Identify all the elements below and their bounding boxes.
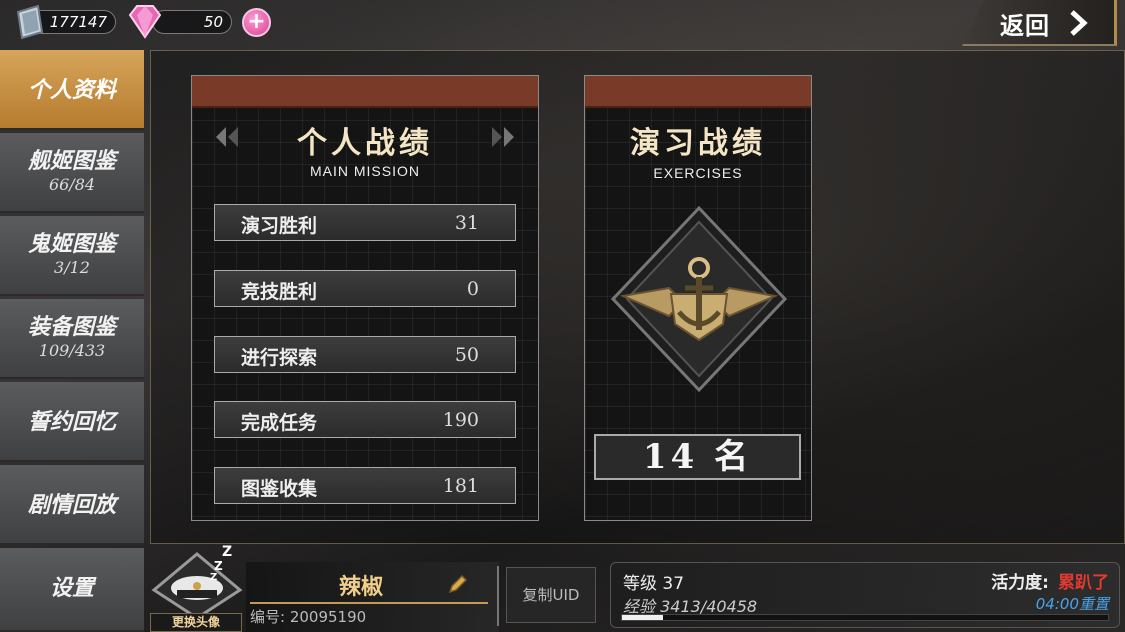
player-level: 等级 37 [623, 574, 685, 594]
sidebar-item-count: 66/84 [48, 175, 96, 194]
stat-row: 进行探索 50 [214, 336, 516, 373]
player-name: 辣椒 [338, 574, 383, 600]
stat-label: 演习胜利 [241, 215, 318, 237]
sleeping-z-icon: Z Z Z [210, 544, 232, 582]
change-avatar-button[interactable]: 更换头像 [150, 613, 242, 632]
stat-value: 181 [442, 475, 479, 497]
back-label: 返回 [1000, 11, 1050, 40]
stat-row: 竞技胜利 0 [214, 270, 516, 307]
exp-progress-bar [621, 614, 1109, 621]
sidebar-item-ghostgirl-codex[interactable]: 鬼姬图鉴 3/12 [0, 216, 144, 296]
vitality-status: 累趴了 [1058, 573, 1109, 593]
vitality-label: 活力度: [991, 573, 1049, 593]
stat-row: 完成任务 190 [214, 401, 516, 438]
anchor-rank-emblem-icon [610, 205, 788, 393]
exercise-record-panel: 演习战绩 EXERCISES 14 名 [584, 75, 812, 521]
reset-time: 04:00重置 [1035, 595, 1109, 613]
stat-value: 0 [466, 278, 479, 300]
sidebar-item-label: 装备图鉴 [27, 314, 116, 340]
edit-name-pencil-icon[interactable] [446, 572, 470, 596]
sidebar-item-label: 设置 [49, 575, 94, 601]
svg-text:Z: Z [222, 544, 232, 560]
exercise-record-subtitle: EXERCISES [653, 165, 743, 181]
sidebar-item-label: 鬼姬图鉴 [27, 231, 116, 257]
exercise-rank: 14 名 [594, 434, 801, 480]
sidebar-item-equipment-codex[interactable]: 装备图鉴 109/433 [0, 299, 144, 379]
stat-row: 图鉴收集 181 [214, 467, 516, 504]
sidebar-item-label: 剧情回放 [27, 492, 116, 518]
sidebar-item-shipgirl-codex[interactable]: 舰姬图鉴 66/84 [0, 133, 144, 213]
sidebar-item-count: 109/433 [38, 341, 106, 360]
personal-record-panel: 个人战绩 MAIN MISSION 演习胜利 31 竞技胜利 0 进行探索 50… [191, 75, 539, 521]
sidebar-item-settings[interactable]: 设置 [0, 548, 144, 632]
stat-row: 演习胜利 31 [214, 204, 516, 241]
steel-icon [16, 4, 44, 40]
svg-text:Z: Z [210, 572, 217, 582]
sidebar-item-count: 3/12 [54, 258, 90, 277]
personal-record-subtitle: MAIN MISSION [309, 163, 420, 179]
sidebar-item-oath-memories[interactable]: 誓约回忆 [0, 382, 144, 462]
panel-header-bar [192, 76, 538, 108]
stat-label: 图鉴收集 [241, 478, 318, 500]
player-name-panel: 辣椒 编号: 20095190 [246, 562, 499, 632]
sidebar-item-story-replay[interactable]: 剧情回放 [0, 465, 144, 545]
steel-value: 177147 [49, 13, 107, 31]
stat-value: 50 [454, 344, 479, 366]
sidebar-item-profile[interactable]: 个人资料 [0, 50, 144, 130]
level-panel: 等级 37 经验 3413/40458 活力度: 累趴了 04:00重置 [610, 562, 1120, 628]
stat-label: 进行探索 [241, 347, 318, 369]
chevron-right-icon [1070, 10, 1088, 36]
personal-record-title: 个人战绩 [297, 126, 433, 161]
panel-header-bar [585, 76, 811, 108]
divider [497, 566, 499, 626]
gem-resource: 50 [152, 10, 232, 34]
name-underline [250, 602, 488, 604]
add-gem-button[interactable]: + [242, 8, 271, 37]
sidebar-item-label: 个人资料 [27, 77, 116, 103]
player-uid: 编号: 20095190 [250, 608, 367, 626]
stat-label: 完成任务 [241, 412, 318, 434]
sidebar-item-label: 舰姬图鉴 [27, 148, 116, 174]
svg-text:Z: Z [214, 559, 223, 573]
exp-progress-fill [622, 615, 663, 620]
gem-icon [128, 5, 162, 39]
exercise-record-title: 演习战绩 [630, 126, 766, 161]
copy-uid-button[interactable]: 复制UID [506, 567, 596, 623]
stat-label: 竞技胜利 [241, 281, 318, 303]
gem-value: 50 [203, 13, 223, 31]
back-button[interactable]: 返回 [962, 0, 1117, 46]
stat-value: 31 [454, 212, 479, 234]
stat-value: 190 [442, 409, 479, 431]
sidebar-item-label: 誓约回忆 [27, 409, 116, 435]
